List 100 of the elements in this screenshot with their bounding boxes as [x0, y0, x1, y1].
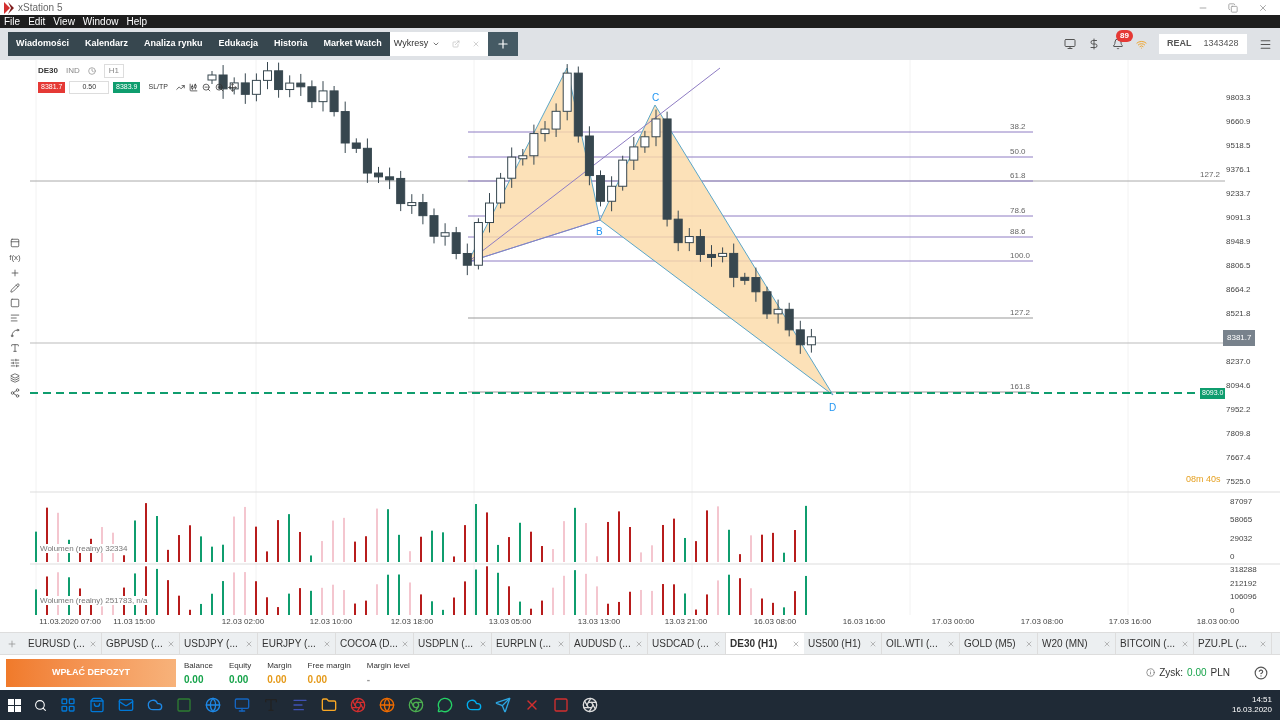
candle	[296, 73, 306, 97]
bell-icon[interactable]	[1112, 38, 1124, 50]
window-title: xStation 5	[18, 1, 63, 15]
panel-icon[interactable]	[10, 238, 20, 248]
candlestick-icon[interactable]	[188, 82, 198, 92]
menu-item[interactable]: Help	[126, 14, 147, 29]
dollar-icon[interactable]	[1088, 38, 1100, 50]
trend-icon[interactable]	[175, 82, 185, 92]
close-icon[interactable]	[323, 639, 331, 648]
volume-axis-label: 106096	[1230, 592, 1257, 602]
account-dropdown[interactable]: REAL 1343428	[1159, 34, 1247, 54]
price-axis-label: 9803.3	[1226, 92, 1252, 104]
time-axis-label: 16.03 08:00	[753, 616, 797, 628]
monitor-icon[interactable]	[1064, 38, 1076, 50]
close-icon[interactable]	[245, 639, 253, 648]
close-icon[interactable]	[713, 639, 721, 648]
menu-item[interactable]: Window	[82, 14, 119, 29]
restore-icon[interactable]	[1228, 2, 1238, 13]
close-icon[interactable]	[635, 639, 643, 648]
candle	[496, 172, 506, 209]
time-axis-label: 11.03 15:00	[113, 616, 155, 628]
nav-tab[interactable]: Historia	[266, 32, 316, 56]
info-icon	[1146, 668, 1156, 677]
instrument-tab[interactable]: DE30 (H1)	[726, 633, 804, 654]
timeframe-select[interactable]: H1	[103, 64, 125, 78]
nav-tab[interactable]: Market Watch	[315, 32, 390, 56]
share-icon[interactable]	[10, 388, 20, 398]
price-axis-label: 8521.8	[1226, 308, 1252, 320]
nav-tab[interactable]: Kalendarz	[76, 32, 136, 56]
close-icon[interactable]	[1103, 639, 1111, 648]
stat-label: Free margin	[307, 659, 351, 672]
taskbar-app-icon[interactable]	[437, 697, 453, 713]
close-icon[interactable]	[947, 639, 955, 648]
volume-indicator-label: Wolumen (realny) 32334	[40, 544, 128, 553]
current-price-marker: 8381.7	[1223, 330, 1256, 346]
menu-item[interactable]: Edit	[28, 14, 46, 29]
zoom-out-icon[interactable]	[201, 82, 211, 92]
stat-value: 0.00	[184, 673, 204, 686]
square-icon[interactable]	[10, 298, 20, 308]
close-icon[interactable]	[1259, 639, 1267, 648]
candle	[618, 155, 628, 192]
search-icon[interactable]	[34, 698, 47, 712]
move-icon[interactable]	[227, 82, 237, 92]
candle	[773, 299, 783, 325]
volume-axis-label: 0	[1230, 605, 1236, 615]
help-icon[interactable]	[1254, 665, 1268, 680]
fib-level-label: 50.0	[1010, 147, 1026, 156]
price-axis-label: 8948.9	[1226, 236, 1252, 248]
nav-tab[interactable]: Edukacja	[210, 32, 266, 56]
taskbar-app-icon[interactable]	[495, 697, 511, 713]
close-icon[interactable]	[479, 639, 487, 648]
pencil-icon[interactable]	[10, 283, 20, 293]
time-axis-label: 17.03 08:00	[1020, 616, 1064, 628]
taskbar-app-icon[interactable]	[379, 697, 395, 713]
candle	[451, 226, 461, 260]
zoom-in-icon[interactable]	[214, 82, 224, 92]
price-axis-label: 7952.2	[1226, 404, 1252, 416]
volume-indicator-label: Wolumen (realny) 251783, n/a	[40, 596, 148, 605]
close-icon[interactable]	[557, 639, 565, 648]
taskbar-app-icon[interactable]	[466, 697, 482, 713]
price-axis-label: 8806.5	[1226, 260, 1252, 272]
close-icon[interactable]	[869, 639, 877, 648]
nav-tab[interactable]: Analiza rynku	[135, 32, 211, 56]
clock-icon[interactable]	[87, 67, 96, 75]
menu-item[interactable]: View	[53, 14, 75, 29]
close-icon[interactable]	[89, 639, 97, 648]
volume-axis-label: 58065	[1230, 515, 1253, 525]
taskbar-app-icon[interactable]	[321, 697, 337, 713]
candle	[251, 72, 261, 102]
layers-icon[interactable]	[10, 373, 20, 383]
time-axis-label: 13.03 21:00	[664, 616, 708, 628]
plus-icon[interactable]	[10, 268, 20, 278]
symbol-label: DE30	[38, 65, 58, 77]
close-icon[interactable]	[1258, 2, 1268, 13]
close-icon[interactable]	[1181, 639, 1189, 648]
volume-axis-label: 318288	[1230, 565, 1257, 574]
price-axis-label: 9376.1	[1226, 164, 1252, 176]
stat-label: Margin level	[366, 659, 410, 672]
close-icon[interactable]	[1025, 639, 1033, 648]
start-icon[interactable]	[8, 698, 21, 712]
profit-value: 0.00	[1187, 666, 1207, 680]
stat-label: Margin	[267, 659, 292, 672]
time-axis-label: 12.03 18:00	[390, 616, 434, 628]
menu-item[interactable]: File	[4, 14, 21, 29]
candle	[307, 79, 317, 109]
curve-icon[interactable]	[10, 328, 20, 338]
function-tool[interactable]: f(x)	[9, 253, 21, 263]
candle	[806, 328, 816, 354]
menu-icon[interactable]	[1259, 37, 1272, 51]
lines-icon[interactable]	[10, 313, 20, 323]
nav-tab[interactable]: Wiadomości	[8, 32, 77, 56]
market-label: IND	[66, 65, 80, 77]
add-tab-button[interactable]	[488, 32, 519, 56]
close-icon[interactable]	[401, 639, 409, 648]
sliders-icon[interactable]	[10, 358, 20, 368]
taskbar-app-icon[interactable]	[408, 697, 424, 713]
text-icon[interactable]	[10, 343, 20, 353]
close-icon[interactable]	[792, 639, 800, 648]
profit-label: Zysk:	[1159, 666, 1184, 680]
close-icon[interactable]	[167, 639, 175, 648]
